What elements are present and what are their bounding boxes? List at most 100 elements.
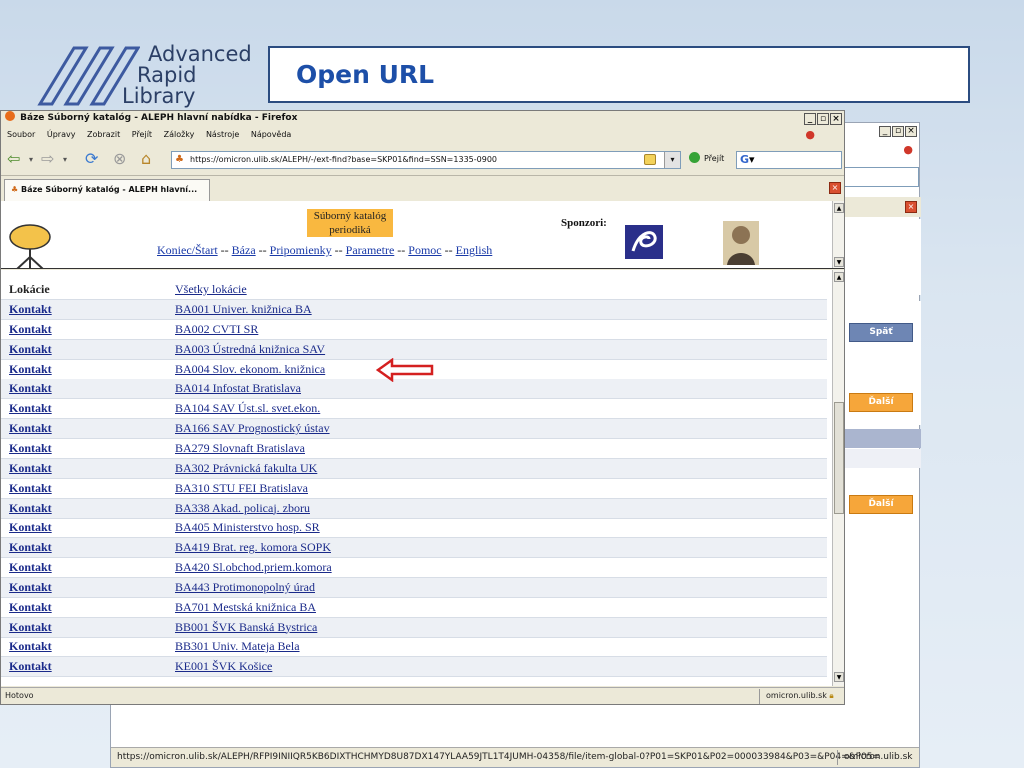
back-arrow-icon[interactable]: ⇦ (7, 149, 20, 168)
location-link[interactable]: BA443 Protimonopolný úrad (175, 578, 315, 597)
location-link[interactable]: BA002 CVTI SR (175, 320, 258, 339)
location-link[interactable]: BA004 Slov. ekonom. knižnica (175, 360, 325, 379)
link-parameters[interactable]: Parametre (346, 243, 395, 257)
location-link[interactable]: KE001 ŠVK Košice (175, 657, 272, 676)
link-feedback[interactable]: Pripomienky (270, 243, 332, 257)
all-locations-link[interactable]: Všetky lokácie (175, 280, 247, 299)
contact-link[interactable]: Kontakt (9, 459, 52, 478)
contact-link[interactable]: Kontakt (9, 518, 52, 537)
location-link[interactable]: BA338 Akad. policaj. zboru (175, 499, 310, 518)
active-tab[interactable]: ♣ Báze Súborný katalóg - ALEPH hlavní... (4, 179, 210, 201)
bg-stop-icon[interactable]: ● (843, 143, 921, 159)
home-icon[interactable]: ⌂ (141, 149, 151, 168)
location-link[interactable]: BA003 Ústredná knižnica SAV (175, 340, 325, 359)
location-link[interactable]: BA405 Ministerstvo hosp. SR (175, 518, 320, 537)
address-bar[interactable]: ♣ https://omicron.ulib.sk/ALEPH/-/ext-fi… (171, 151, 681, 169)
catalog-name: Súborný katalóg periodiká (307, 209, 393, 237)
contact-link[interactable]: Kontakt (9, 419, 52, 438)
site-favicon-icon: ♣ (175, 154, 184, 165)
next-button-2[interactable]: Ďalší (849, 495, 913, 514)
link-help[interactable]: Pomoc (408, 243, 441, 257)
location-link[interactable]: BA014 Infostat Bratislava (175, 379, 301, 398)
scroll-down-icon[interactable]: ▼ (834, 672, 844, 682)
menu-tools[interactable]: Nástroje (206, 130, 239, 139)
next-button-1[interactable]: Ďalší (849, 393, 913, 412)
address-text[interactable]: https://omicron.ulib.sk/ALEPH/-/ext-find… (190, 155, 497, 164)
address-dropdown-icon[interactable]: ▾ (664, 152, 680, 168)
contact-link[interactable]: Kontakt (9, 598, 52, 617)
location-row: Kontakt BA014 Infostat Bratislava (1, 379, 827, 400)
location-link[interactable]: BB001 ŠVK Banská Bystrica (175, 618, 317, 637)
search-field[interactable]: G▾ (736, 151, 842, 169)
location-link[interactable]: BB301 Univ. Mateja Bela (175, 637, 300, 656)
link-english[interactable]: English (456, 243, 493, 257)
location-link[interactable]: BA420 Sl.obchod.priem.komora (175, 558, 332, 577)
contact-link[interactable]: Kontakt (9, 499, 52, 518)
menu-view[interactable]: Zobrazit (87, 130, 120, 139)
maximize-icon[interactable]: ▫ (892, 126, 904, 137)
scroll-up-icon[interactable]: ▲ (834, 272, 844, 282)
minimize-icon[interactable]: _ (879, 126, 891, 137)
contact-link[interactable]: Kontakt (9, 538, 52, 557)
forward-arrow-icon[interactable]: ⇨ (41, 149, 54, 168)
bg-window-controls[interactable]: _ ▫ × (879, 125, 919, 137)
sponsor-swirl-icon (631, 231, 657, 252)
tab-label[interactable]: Báze Súborný katalóg - ALEPH hlavní... (21, 185, 197, 194)
contact-link[interactable]: Kontakt (9, 637, 52, 656)
back-button[interactable]: Späť (849, 323, 913, 342)
back-dropdown-icon[interactable]: ▾ (29, 155, 33, 164)
location-link[interactable]: BA001 Univer. knižnica BA (175, 300, 312, 319)
close-icon[interactable]: × (830, 113, 842, 125)
contact-link[interactable]: Kontakt (9, 558, 52, 577)
menu-file[interactable]: Soubor (7, 130, 35, 139)
go-button[interactable]: Přejít (689, 151, 724, 167)
close-icon[interactable]: × (905, 126, 917, 137)
location-link[interactable]: BA302 Právnická fakulta UK (175, 459, 317, 478)
scroll-up-icon[interactable]: ▲ (834, 203, 844, 213)
location-link[interactable]: BA104 SAV Úst.sl. svet.ekon. (175, 399, 320, 418)
contact-link[interactable]: Kontakt (9, 300, 52, 319)
window-controls: _ ▫ × (803, 112, 842, 127)
locations-scrollbar[interactable]: ▲ ▼ (832, 270, 844, 686)
forward-dropdown-icon[interactable]: ▾ (63, 155, 67, 164)
location-link[interactable]: BA419 Brat. reg. komora SOPK (175, 538, 331, 557)
contact-link[interactable]: Kontakt (9, 379, 52, 398)
contact-link[interactable]: Kontakt (9, 320, 52, 339)
location-link[interactable]: BA310 STU FEI Bratislava (175, 479, 308, 498)
stop-icon[interactable]: ⊗ (113, 149, 126, 168)
contact-link[interactable]: Kontakt (9, 340, 52, 359)
reload-icon[interactable]: ⟳ (85, 149, 98, 168)
close-tab-icon[interactable]: × (829, 182, 841, 194)
scroll-down-icon[interactable]: ▼ (834, 257, 844, 267)
menu-go[interactable]: Přejít (132, 130, 152, 139)
scroll-thumb[interactable] (834, 402, 844, 514)
menu-help[interactable]: Nápověda (251, 130, 292, 139)
location-link[interactable]: BA166 SAV Prognostický ústav (175, 419, 330, 438)
sponsor-portrait[interactable] (723, 221, 759, 265)
location-link[interactable]: BA279 Slovnaft Bratislava (175, 439, 305, 458)
window-titlebar: Báze Súborný katalóg - ALEPH hlavní nabí… (1, 111, 844, 126)
contact-link[interactable]: Kontakt (9, 657, 52, 676)
header-frame-scrollbar[interactable]: ▲ ▼ (832, 201, 844, 268)
location-link[interactable]: BA701 Mestská knižnica BA (175, 598, 316, 617)
locations-header: Lokácie (9, 282, 50, 296)
bg-close-tab-icon[interactable]: × (905, 201, 917, 213)
contact-link[interactable]: Kontakt (9, 360, 52, 379)
bg-search-field[interactable] (843, 167, 919, 187)
menu-edit[interactable]: Úpravy (47, 130, 76, 139)
contact-link[interactable]: Kontakt (9, 578, 52, 597)
status-lock-icon: 🔒︎ (829, 691, 834, 700)
link-exit-start[interactable]: Koniec/Štart (157, 243, 218, 257)
location-row: Kontakt BA405 Ministerstvo hosp. SR (1, 518, 827, 539)
menu-bookmarks[interactable]: Záložky (164, 130, 195, 139)
firefox-icon (5, 111, 15, 121)
minimize-icon[interactable]: _ (804, 113, 816, 125)
contact-link[interactable]: Kontakt (9, 439, 52, 458)
contact-link[interactable]: Kontakt (9, 399, 52, 418)
contact-link[interactable]: Kontakt (9, 618, 52, 637)
bg-row (843, 449, 921, 468)
sponsor-logo[interactable] (625, 225, 663, 259)
maximize-icon[interactable]: ▫ (817, 113, 829, 125)
link-base[interactable]: Báza (232, 243, 256, 257)
contact-link[interactable]: Kontakt (9, 479, 52, 498)
